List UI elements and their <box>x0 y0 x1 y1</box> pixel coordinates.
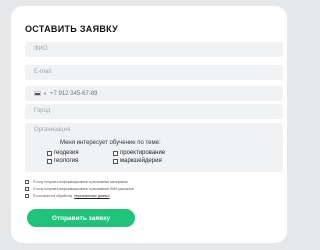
option-geology[interactable]: геология <box>47 158 78 164</box>
consent-text: Я хочу получать информационные и рекламн… <box>33 180 128 184</box>
checkbox[interactable] <box>25 187 29 191</box>
personal-data-link[interactable]: персональных данных <box>74 194 109 198</box>
interest-title: Меня интересует обучение по теме: <box>60 140 161 146</box>
checkbox[interactable] <box>113 158 118 164</box>
submit-button[interactable]: Отправить заявку <box>27 209 135 227</box>
option-mine-surveying[interactable]: маркшейдерия <box>113 158 162 164</box>
checkbox[interactable] <box>47 150 52 156</box>
option-geodesy[interactable]: геодезия <box>47 150 79 156</box>
name-placeholder: ФИО <box>34 46 48 52</box>
phone-field[interactable]: ▼ +7 912 345-67-89 <box>25 86 283 101</box>
consent-personal-data[interactable]: Я согласен на обработку персональных данн… <box>25 194 110 198</box>
consent-text: Я хочу получать информационные и рекламн… <box>33 187 134 191</box>
application-form-card: ОСТАВИТЬ ЗАЯВКУ ФИО E-mail ▼ +7 912 345-6… <box>11 6 287 243</box>
checkbox[interactable] <box>113 150 118 156</box>
option-label: проектирование <box>120 150 166 156</box>
option-label: геология <box>54 158 79 164</box>
option-label: геодезия <box>54 150 79 156</box>
option-design[interactable]: проектирование <box>113 150 165 156</box>
option-label: маркшейдерия <box>120 158 162 164</box>
form-title: ОСТАВИТЬ ЗАЯВКУ <box>25 24 119 34</box>
phone-value: +7 912 345-67-89 <box>49 91 98 98</box>
russia-flag-icon[interactable] <box>34 91 41 96</box>
email-placeholder: E-mail <box>34 69 52 75</box>
name-field[interactable]: ФИО <box>25 42 283 57</box>
organization-placeholder: Организация <box>34 127 71 133</box>
checkbox[interactable] <box>25 194 29 198</box>
email-field[interactable]: E-mail <box>25 65 283 80</box>
city-field[interactable]: Город <box>25 104 283 119</box>
consent-marketing[interactable]: Я хочу получать информационные и рекламн… <box>25 180 128 184</box>
chevron-down-icon[interactable]: ▼ <box>43 86 47 101</box>
checkbox[interactable] <box>25 180 29 184</box>
city-placeholder: Город <box>34 108 51 114</box>
consent-text: Я согласен на обработку <box>33 194 73 198</box>
interest-group: Меня интересует обучение по теме: геодез… <box>25 136 283 172</box>
consent-sms[interactable]: Я хочу получать информационные и рекламн… <box>25 187 134 191</box>
checkbox[interactable] <box>47 158 52 164</box>
